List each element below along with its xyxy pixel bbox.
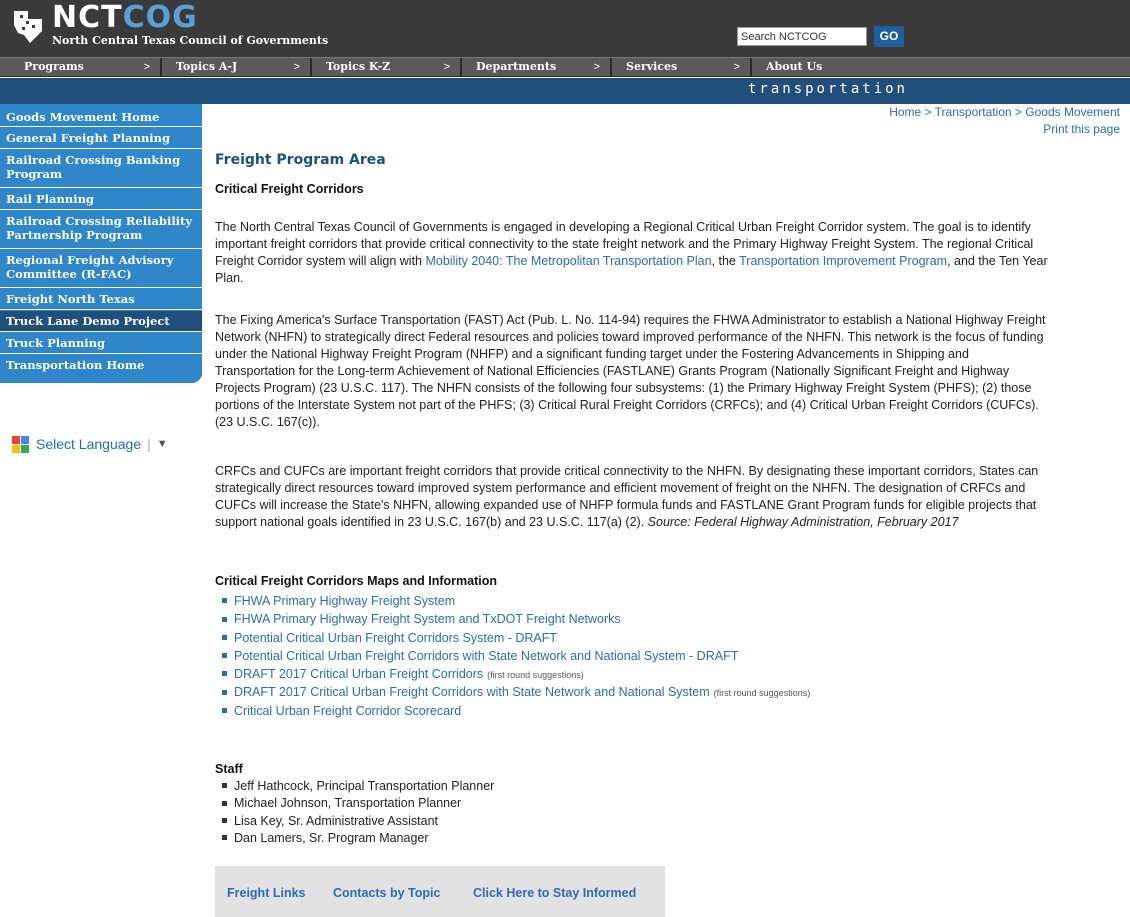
list-item: Dan Lamers, Sr. Program Manager [222,830,494,847]
search-go-button[interactable]: GO [874,26,904,47]
sidebar-item-truck-lane-demo[interactable]: Truck Lane Demo Project [0,311,202,332]
nctcog-logo[interactable]: NCTCOG North Central Texas Council of Go… [8,3,328,53]
site-header: NCTCOG North Central Texas Council of Go… [0,0,1130,57]
page-title: Freight Program Area [215,152,386,168]
intro-paragraph: The North Central Texas Council of Gover… [215,220,1048,285]
sidebar-item-general-freight-planning[interactable]: General Freight Planning [0,128,202,149]
list-item[interactable]: FHWA Primary Highway Freight System and … [222,611,810,629]
print-page-link[interactable]: Print this page [1043,122,1120,136]
top-navigation: Programs > Topics A-J > Topics K-Z > Depart… [0,57,1130,77]
contacts-by-topic-link[interactable]: Contacts by Topic [333,886,440,900]
list-item[interactable]: Potential Critical Urban Freight Corrido… [222,648,810,666]
search-input[interactable] [737,27,867,46]
staff-section-title: Staff [215,762,243,776]
list-item: Lisa Key, Sr. Administrative Assistant [222,813,494,830]
sidebar-item-goods-movement-home[interactable]: Goods Movement Home [0,108,202,127]
list-item: Jeff Hathcock, Principal Transportation … [222,778,494,795]
list-item: Michael Johnson, Transportation Planner [222,795,494,812]
sidebar-item-freight-north-texas[interactable]: Freight North Texas [0,289,202,310]
sidebar-item-regional-freight-advisory[interactable]: Regional Freight Advisory Committee (R-F… [0,250,202,288]
language-selector[interactable]: Select Language | ▼ [12,434,168,454]
maps-list: FHWA Primary Highway Freight System FHWA… [222,593,810,721]
tip-link[interactable]: Transportation Improvement Program [739,254,947,268]
sidebar-item-rail-planning[interactable]: Rail Planning [0,189,202,210]
maps-section-title: Critical Freight Corridors Maps and Info… [215,574,497,588]
language-label: Select Language [36,436,142,452]
list-item[interactable]: Critical Urban Freight Corridor Scorecar… [222,703,810,721]
list-item[interactable]: DRAFT 2017 Critical Urban Freight Corrid… [222,666,810,684]
sidebar: Goods Movement Home General Freight Plan… [0,104,202,383]
list-item[interactable]: FHWA Primary Highway Freight System [222,593,810,611]
source-note: Source: Federal Highway Administration, … [647,515,959,529]
logo-wordmark: NCTCOG [52,0,198,35]
sidebar-item-transportation-home[interactable]: Transportation Home [0,355,202,376]
nav-topics-a-j[interactable]: Topics A-J > [160,58,310,76]
texas-map-icon [14,11,42,43]
breadcrumb[interactable]: Home > Transportation > Goods Movement [889,105,1120,119]
sidebar-item-truck-planning[interactable]: Truck Planning [0,333,202,354]
list-item[interactable]: Potential Critical Urban Freight Corrido… [222,630,810,648]
mobility-2040-link[interactable]: Mobility 2040: The Metropolitan Transpor… [425,254,711,268]
footer-links-box: Freight Links Contacts by Topic Click He… [215,866,665,917]
crfc-cufc-paragraph: CRFCs and CUFCs are important freight co… [215,464,1039,529]
section-subtitle: Critical Freight Corridors [215,182,364,196]
logo-subtitle: North Central Texas Council of Governmen… [52,34,329,47]
nav-departments[interactable]: Departments > [460,58,610,76]
dropdown-arrow-icon: ▼ [156,438,168,450]
sidebar-item-railroad-crossing-reliability[interactable]: Railroad Crossing Reliability Partnershi… [0,211,202,249]
nav-programs[interactable]: Programs > [10,58,160,76]
stay-informed-link[interactable]: Click Here to Stay Informed [473,886,636,900]
nav-topics-k-z[interactable]: Topics K-Z > [310,58,460,76]
language-separator: | [147,436,151,452]
sidebar-item-railroad-crossing-banking[interactable]: Railroad Crossing Banking Program [0,150,202,188]
banner-title: transportation [747,81,908,97]
section-banner: transportation [0,78,1130,104]
nav-about-us[interactable]: About Us [750,58,900,76]
list-item[interactable]: DRAFT 2017 Critical Urban Freight Corrid… [222,684,810,702]
google-translate-icon [12,435,29,453]
nav-services[interactable]: Services > [610,58,750,76]
fast-act-paragraph: The Fixing America's Surface Transportat… [215,313,1046,429]
freight-links-link[interactable]: Freight Links [227,886,305,900]
staff-list: Jeff Hathcock, Principal Transportation … [222,778,494,847]
